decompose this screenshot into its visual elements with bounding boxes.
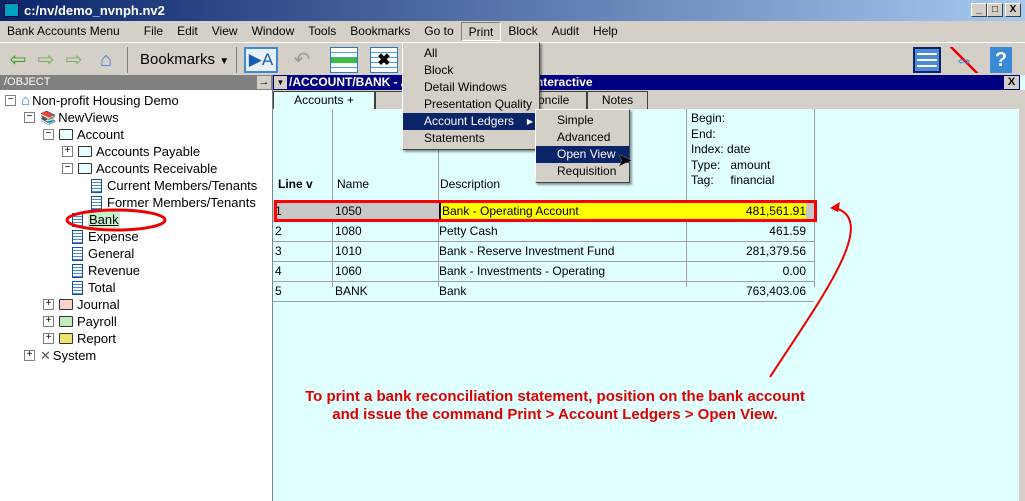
annotation-line-1: To print a bank reconciliation statement… — [305, 388, 805, 405]
arrowhead — [830, 202, 840, 212]
print-menu-item[interactable]: All — [403, 45, 539, 62]
print-menu-item[interactable]: Statements — [403, 130, 539, 147]
annotation-line-2: and issue the command Print > Account Le… — [332, 406, 778, 423]
menu-item-label: Advanced — [557, 130, 611, 144]
menu-item-label: Account Ledgers — [424, 114, 515, 128]
menu-item-label: Statements — [424, 131, 485, 145]
menu-item-label: All — [424, 46, 438, 60]
print-menu-item[interactable]: Presentation Quality — [403, 96, 539, 113]
submenu-item[interactable]: Advanced — [536, 129, 629, 146]
annotation-text: To print a bank reconciliation statement… — [220, 388, 890, 424]
annotation-arrow — [769, 207, 852, 378]
print-menu-item[interactable]: Account Ledgers ▶ — [403, 113, 539, 130]
bank-circle — [65, 208, 167, 232]
submenu-item[interactable]: Requisition — [536, 163, 629, 180]
print-menu-item[interactable]: Block — [403, 62, 539, 79]
menu-item-label: Simple — [557, 113, 594, 127]
mouse-cursor-icon: ➤ — [617, 150, 633, 170]
menu-item-label: Block — [424, 63, 454, 77]
account-ledgers-submenu: Simple Advanced Open View Requisition — [535, 109, 630, 183]
print-menu-item[interactable]: Detail Windows — [403, 79, 539, 96]
menu-item-label: Open View — [557, 147, 616, 161]
menu-item-label: Detail Windows — [424, 80, 507, 94]
submenu-arrow-icon: ▶ — [526, 117, 533, 126]
submenu-item[interactable]: Simple — [536, 112, 629, 129]
menu-item-label: Presentation Quality — [424, 97, 533, 111]
print-menu: All Block Detail Windows Presentation Quali… — [402, 42, 540, 150]
menu-item-label: Requisition — [557, 164, 617, 178]
submenu-item[interactable]: Open View — [536, 146, 629, 163]
